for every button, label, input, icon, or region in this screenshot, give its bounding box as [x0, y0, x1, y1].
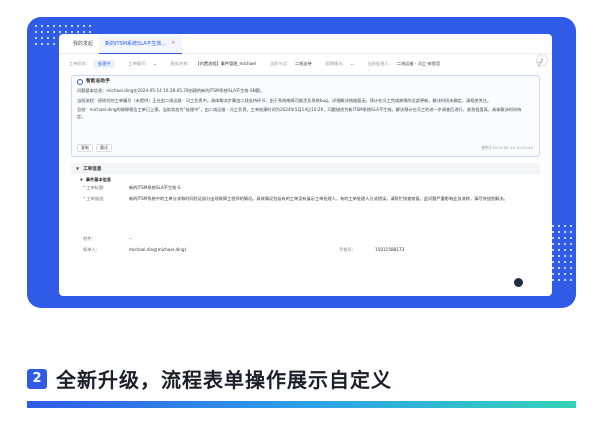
field-value: 15011588173 [375, 246, 405, 252]
ai-title-text: 智能总助手 [86, 79, 110, 84]
copy-button[interactable]: 复制 [77, 144, 93, 152]
handler-label: 当前处理人： [367, 61, 393, 66]
side-toggle-icon[interactable] [536, 54, 548, 66]
ai-paragraph-process: 当前流程：经研究的工单编号（未提供）正在由二线运维 - 冯工负责中。具体解决步骤… [77, 97, 492, 103]
ticket-meta-bar: 工单状态： 处理中 工单编号： -- 服务名称： 【内置流程】事件管理_mich… [59, 57, 552, 71]
field-value: michael.ding(michael.ding) [129, 246, 187, 252]
tab-ticket-detail[interactable]: 新的ITSM系统SLA不生效... × [99, 34, 182, 54]
tab-label: 新的ITSM系统SLA不生效... [105, 40, 167, 47]
ai-paragraph-summary: 总结：michael.ding的故障报告工单已上报，当前状态为“处理中”，由二线… [77, 107, 522, 120]
ai-summary-title: 智能总助手 [77, 79, 534, 86]
event-basic-info-header[interactable]: ▼ 事件基本信息 [71, 174, 540, 185]
ticket-info-header[interactable]: ▼ 工单信息 [71, 163, 540, 174]
overdue-label: 超期情况： [325, 61, 347, 66]
decorative-dots [550, 223, 572, 283]
handler-value: 二线运维 - 冯工-宋思哲 [396, 61, 441, 66]
service-name-value: 【内置流程】事件管理_michael [195, 61, 256, 66]
tab-label: 我的发起 [73, 41, 94, 47]
caret-down-icon: ▼ [80, 177, 83, 182]
service-name-label: 服务名称： [170, 61, 192, 66]
tab-bar: 我的发起 新的ITSM系统SLA不生效... × [59, 34, 552, 54]
field-row-title: * 工单标题: 新的ITSM系统SLA不生效-S [71, 185, 540, 192]
feature-heading: 2 全新升级，流程表单操作展示自定义 [27, 364, 392, 393]
sub-section-title: 事件基本信息 [85, 176, 112, 182]
section-title: 工单信息 [83, 166, 102, 172]
field-row-reporter: 报单人： michael.ding(michael.ding) 手机号： 150… [71, 247, 540, 254]
ticket-info-section: ▼ 工单信息 ▼ 事件基本信息 * 工单标题: 新的ITSM系统SLA不生效-S… [71, 163, 540, 253]
field-value: -- [129, 235, 133, 241]
overdue-value: -- [350, 61, 354, 67]
ai-summary-card: 智能总助手 问题基本信息：michael.ding在2024-05-14 10:… [71, 75, 540, 157]
app-window: 我的发起 新的ITSM系统SLA不生效... × 工单状态： 处理中 工单编号：… [59, 34, 552, 296]
status-label: 工单状态： [69, 61, 90, 66]
ai-assistant-icon [77, 79, 83, 86]
field-row-attachment: 附件： -- [71, 236, 540, 243]
field-label: * 工单描述: [83, 195, 105, 201]
close-icon[interactable]: × [171, 40, 175, 46]
ai-paragraph-basic: 问题基本信息：michael.ding在2024-05-14 10:28:05.… [77, 87, 265, 93]
field-row-description: * 工单描述: 新的ITSM系统中的工单分派和时间验证部分出现故障工程师的情况。… [71, 196, 540, 226]
current-node-value: 二线支持 [294, 61, 312, 66]
tab-my-requests[interactable]: 我的发起 [67, 34, 99, 54]
field-label: * 工单标题: [83, 185, 105, 190]
field-value: 新的ITSM系统中的工单分派和时间验证部分出现故障工程师的情况。具体情况包括有的… [129, 195, 508, 201]
retry-button[interactable]: 重试 [96, 144, 112, 152]
caret-down-icon: ▼ [76, 166, 80, 171]
field-label: 报单人： [83, 246, 100, 252]
current-node-label: 当前节点： [269, 61, 291, 66]
status-badge: 处理中 [93, 60, 115, 68]
field-label: 手机号： [339, 246, 356, 252]
field-value: 新的ITSM系统SLA不生效-S [129, 185, 181, 190]
ai-updated-timestamp: 更新于2024-05-14 10:35:40 [481, 145, 533, 151]
ticket-number-label: 工单编号： [128, 61, 150, 66]
feature-number-badge: 2 [27, 368, 47, 389]
ticket-number-value: -- [153, 61, 157, 67]
gradient-bar [27, 401, 576, 408]
field-label: 附件： [83, 235, 96, 241]
hero-panel: 我的发起 新的ITSM系统SLA不生效... × 工单状态： 处理中 工单编号：… [27, 17, 576, 308]
feature-title: 全新升级，流程表单操作展示自定义 [56, 368, 392, 392]
ai-actions: 复制 重试 [77, 144, 112, 152]
chat-bubble-icon[interactable] [513, 277, 524, 288]
